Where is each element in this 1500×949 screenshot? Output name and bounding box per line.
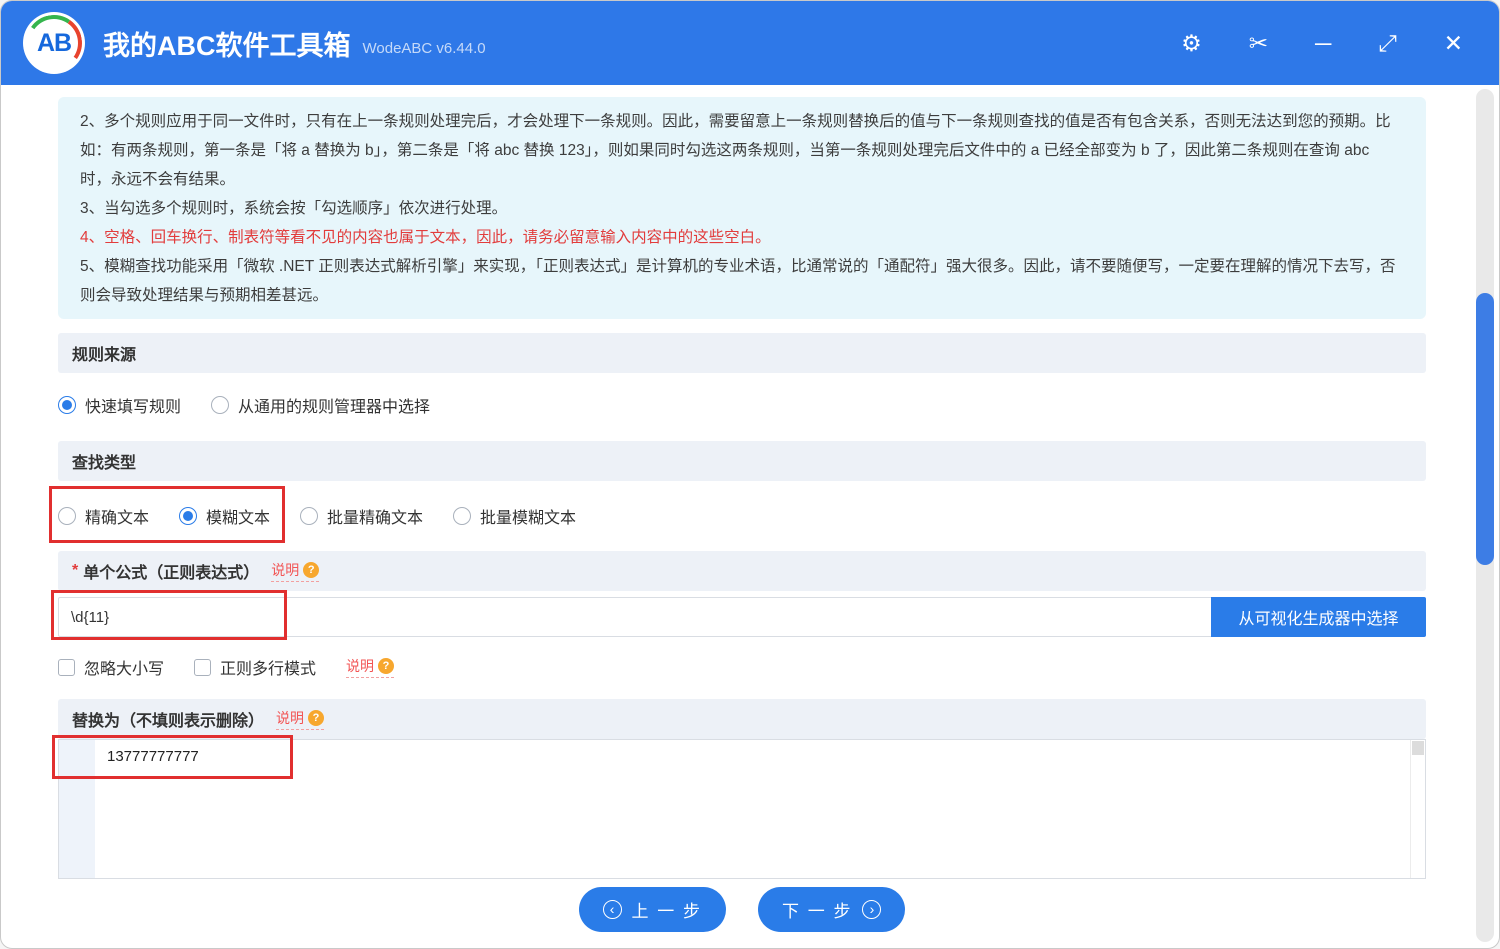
notice-line: 4、空格、回车换行、制表符等看不见的内容也属于文本，因此，请务必留意输入内容中的…	[80, 229, 771, 246]
help-link-label: 说明	[276, 710, 305, 726]
maximize-icon[interactable]: ⤢	[1378, 31, 1396, 55]
radio-label: 精确文本	[85, 510, 150, 527]
formula-option-checkboxes: 忽略大小写 正则多行模式 说明 ?	[58, 645, 1426, 689]
help-link-label: 说明	[346, 658, 375, 674]
close-icon[interactable]: ✕	[1444, 31, 1463, 55]
window-scrollbar-thumb[interactable]	[1476, 293, 1494, 565]
notice-line: 2、多个规则应用于同一文件时，只有在上一条规则处理完后，才会处理下一条规则。因此…	[80, 113, 1391, 188]
radio-icon	[179, 507, 198, 525]
checkbox-icon	[194, 658, 212, 676]
next-step-label: 下 一 步	[782, 902, 853, 921]
formula-input-row: 从可视化生成器中选择	[51, 590, 1426, 640]
app-logo-text: AB	[36, 28, 72, 57]
window-scrollbar-track[interactable]	[1476, 89, 1494, 942]
visual-generator-button[interactable]: 从可视化生成器中选择	[1211, 597, 1426, 637]
notice-line: 3、当勾选多个规则时，系统会按「勾选顺序」依次进行处理。	[80, 200, 508, 217]
section-title: 单个公式（正则表达式）	[83, 565, 260, 582]
radio-label: 从通用的规则管理器中选择	[238, 399, 431, 416]
radio-label: 模糊文本	[206, 510, 271, 527]
section-title: 替换为（不填则表示删除）	[72, 713, 265, 730]
replace-value-editor: 13777777777	[52, 735, 1426, 879]
radio-label: 快速填写规则	[85, 399, 182, 416]
radio-icon	[453, 507, 472, 525]
replace-help-link[interactable]: 说明 ?	[276, 708, 325, 730]
chevron-left-icon: ‹	[602, 900, 622, 919]
checkbox-label: 正则多行模式	[220, 661, 317, 678]
radio-label: 批量精确文本	[327, 510, 424, 527]
checkbox-label: 忽略大小写	[84, 661, 165, 678]
regex-formula-input[interactable]	[58, 597, 1211, 637]
editor-scrollbar-thumb[interactable]	[1412, 741, 1424, 755]
radio-batch-fuzzy-text[interactable]: 批量模糊文本	[453, 504, 576, 528]
formula-help-link[interactable]: 说明 ?	[271, 560, 320, 582]
multiline-help-link[interactable]: 说明 ?	[346, 656, 395, 678]
minimize-icon[interactable]: ─	[1315, 31, 1331, 55]
section-header-search-type: 查找类型	[58, 441, 1426, 481]
app-title: 我的ABC软件工具箱	[103, 30, 351, 61]
question-mark-icon: ?	[308, 710, 325, 726]
checkbox-regex-multiline[interactable]: 正则多行模式	[194, 655, 316, 679]
checkbox-icon	[58, 658, 75, 676]
next-step-button[interactable]: 下 一 步 ›	[758, 887, 906, 932]
notice-line: 5、模糊查找功能采用「微软 .NET 正则表达式解析引擎」来实现，「正则表达式」…	[80, 258, 1396, 304]
titlebar-controls: ⚙ ✂ ─ ⤢ ✕	[1181, 31, 1499, 55]
radio-icon	[58, 396, 76, 414]
radio-icon	[58, 507, 76, 525]
radio-icon	[300, 507, 319, 525]
radio-icon	[211, 396, 230, 414]
replace-value-textarea[interactable]: 13777777777	[95, 740, 1410, 878]
section-header-formula: * 单个公式（正则表达式） 说明 ?	[58, 551, 1426, 591]
checkbox-ignore-case[interactable]: 忽略大小写	[58, 655, 164, 679]
titlebar: AB 我的ABC软件工具箱 WodeABC v6.44.0 ⚙ ✂ ─ ⤢ ✕	[1, 1, 1499, 85]
notice-box: 2、多个规则应用于同一文件时，只有在上一条规则处理完后，才会处理下一条规则。因此…	[58, 97, 1426, 319]
question-mark-icon: ?	[378, 658, 395, 674]
app-version: WodeABC v6.44.0	[362, 39, 486, 57]
section-header-replace: 替换为（不填则表示删除） 说明 ?	[58, 699, 1426, 739]
app-logo: AB	[23, 12, 85, 74]
radio-fuzzy-text[interactable]: 模糊文本	[179, 504, 270, 528]
section-header-rule-source: 规则来源	[58, 333, 1426, 373]
previous-step-button[interactable]: ‹ 上 一 步	[578, 887, 726, 932]
required-mark: *	[72, 562, 79, 579]
editor-scrollbar[interactable]	[1410, 740, 1425, 878]
question-mark-icon: ?	[303, 562, 320, 578]
radio-exact-text[interactable]: 精确文本	[58, 504, 149, 528]
app-window: AB 我的ABC软件工具箱 WodeABC v6.44.0 ⚙ ✂ ─ ⤢ ✕ …	[0, 0, 1500, 949]
editor-gutter	[59, 740, 95, 878]
help-link-label: 说明	[271, 562, 300, 578]
scissors-icon[interactable]: ✂	[1249, 31, 1268, 55]
radio-label: 批量模糊文本	[480, 510, 577, 527]
rule-source-options: 快速填写规则 从通用的规则管理器中选择	[58, 373, 1426, 437]
radio-rule-manager[interactable]: 从通用的规则管理器中选择	[211, 393, 430, 417]
search-type-options: 精确文本 模糊文本 批量精确文本 批量模糊文本	[49, 481, 1426, 551]
footer-actions: ‹ 上 一 步 下 一 步 ›	[58, 887, 1426, 932]
radio-quick-rule[interactable]: 快速填写规则	[58, 393, 181, 417]
main-content: 2、多个规则应用于同一文件时，只有在上一条规则处理完后，才会处理下一条规则。因此…	[1, 85, 1499, 932]
settings-icon[interactable]: ⚙	[1181, 31, 1202, 55]
chevron-right-icon: ›	[862, 900, 882, 919]
section-title: 查找类型	[72, 455, 137, 472]
radio-batch-exact-text[interactable]: 批量精确文本	[300, 504, 423, 528]
previous-step-label: 上 一 步	[631, 902, 702, 921]
section-title: 规则来源	[72, 347, 137, 364]
